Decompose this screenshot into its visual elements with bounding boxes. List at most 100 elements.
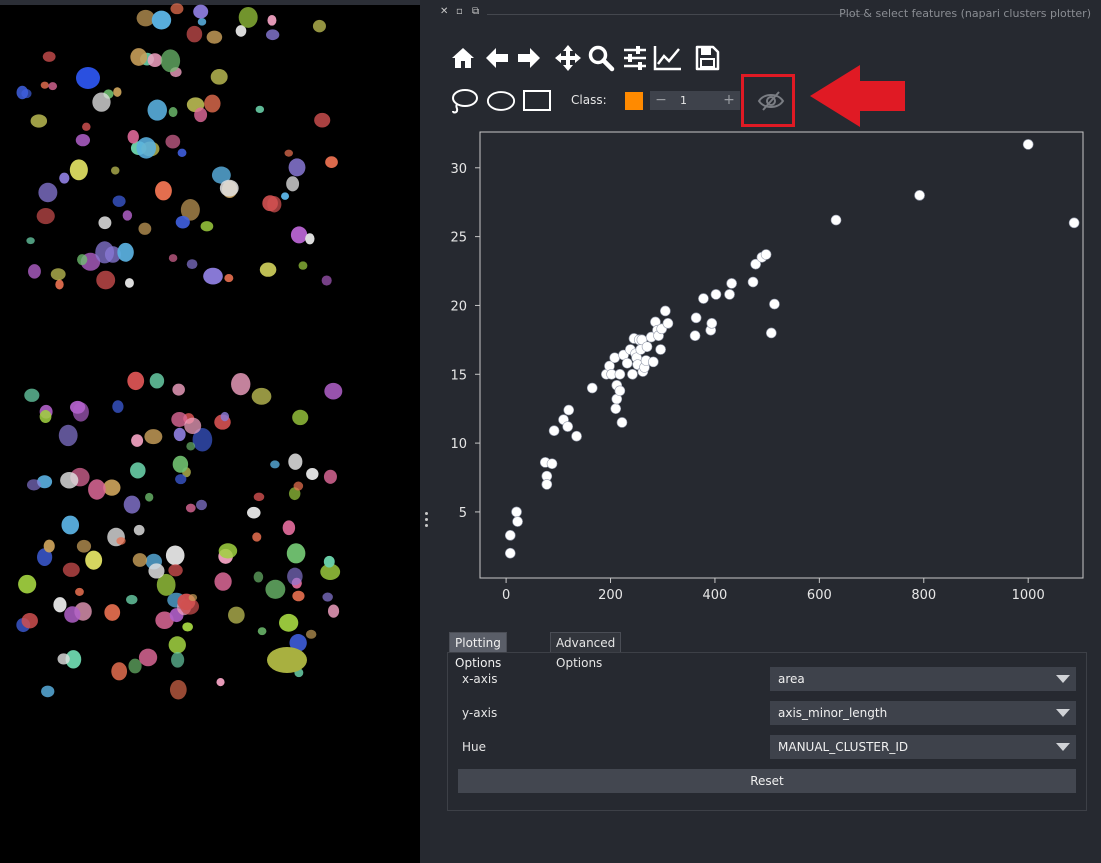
cell-blob [138,222,152,235]
x-axis-select[interactable]: area [770,667,1076,691]
cell-blob [182,622,193,632]
reset-button[interactable]: Reset [458,769,1076,793]
pan-move-icon[interactable] [553,43,583,73]
cell-blob [186,25,203,43]
data-point[interactable] [760,249,772,260]
cell-blob [149,373,165,389]
class-decrement-button[interactable]: − [654,91,668,110]
cell-blob [228,606,245,624]
data-point[interactable] [571,430,582,442]
cell-blob [124,278,134,288]
data-point[interactable] [541,479,553,490]
cell-blob [259,262,277,277]
data-point[interactable] [504,530,516,541]
data-point[interactable] [548,425,560,437]
data-point[interactable] [563,404,575,416]
cell-blob [59,172,70,184]
image-tile [16,3,338,290]
data-point[interactable] [914,190,925,201]
data-point[interactable] [689,330,701,342]
image-viewer-canvas[interactable] [0,0,420,863]
data-point[interactable] [747,276,759,288]
data-point[interactable] [766,327,777,339]
data-point[interactable] [504,547,516,559]
hue-label: Hue [462,740,487,754]
data-point[interactable] [562,421,574,432]
cell-blob [186,259,198,270]
cell-blob [267,647,307,673]
float-icon[interactable]: ▫ [456,6,463,17]
data-point[interactable] [726,278,737,289]
class-increment-button[interactable]: + [722,91,736,110]
class-value[interactable]: 1 [680,91,687,110]
data-point[interactable] [616,417,628,428]
data-point[interactable] [609,352,620,364]
cell-blob [130,462,146,479]
data-point[interactable] [627,368,638,380]
class-spinbox[interactable]: − 1 + [650,91,740,110]
data-point[interactable] [614,385,626,397]
line-chart-icon[interactable] [653,43,683,73]
close-icon[interactable]: ✕ [440,6,448,17]
cell-blob [255,105,265,114]
scatter-plot[interactable]: 0 200 400 600 800 1000 5 10 15 20 25 30 [420,125,1100,615]
cell-blob [305,233,315,245]
cell-blob [18,574,37,594]
data-point[interactable] [1022,139,1034,150]
rectangle-icon[interactable] [522,86,552,116]
tab-plotting-options[interactable]: Plotting Options [449,632,508,670]
x-tick-label: 600 [807,588,832,603]
y-tick-label: 20 [450,299,467,314]
data-point[interactable] [621,357,633,369]
data-point[interactable] [511,506,522,518]
forward-arrow-icon[interactable] [514,43,544,73]
cell-blob [127,130,139,144]
data-point[interactable] [546,458,558,470]
lasso-icon[interactable] [449,86,479,116]
data-point[interactable] [648,356,659,368]
data-point[interactable] [710,289,722,300]
cell-blob [130,48,148,66]
cell-blob [95,241,115,264]
x-tick-label: 1000 [1012,588,1045,603]
subplot-settings-icon[interactable] [620,43,650,73]
cell-blob [292,590,305,602]
data-point[interactable] [724,289,735,300]
zoom-magnifier-icon[interactable] [586,43,616,73]
cell-blob [28,264,41,279]
maximize-icon[interactable]: ⧉ [472,6,479,17]
cell-blob [257,627,267,636]
data-point[interactable] [706,318,718,329]
home-icon[interactable] [448,43,478,73]
data-point[interactable] [586,382,598,394]
data-point[interactable] [610,403,622,414]
data-point[interactable] [660,305,671,317]
data-point[interactable] [662,318,674,329]
cell-blob [265,29,280,41]
data-point[interactable] [614,368,626,380]
cell-blob [70,400,86,414]
save-disk-icon[interactable] [692,43,722,73]
ellipse-icon[interactable] [486,86,516,116]
hue-select[interactable]: MANUAL_CLUSTER_ID [770,735,1076,759]
cell-blob [171,652,185,668]
back-arrow-icon[interactable] [482,43,512,73]
y-axis-label: y-axis [462,706,498,720]
cell-blob [147,99,168,121]
cell-blob [117,242,134,262]
cell-blob [138,648,158,667]
data-point[interactable] [641,341,653,353]
tab-advanced-options[interactable]: Advanced Options [550,632,622,670]
data-point[interactable] [1068,217,1080,229]
data-point[interactable] [769,298,780,310]
data-point[interactable] [830,214,842,226]
cell-blob [321,275,332,286]
cell-blob [136,137,157,159]
data-point[interactable] [655,344,666,355]
data-point[interactable] [698,293,709,304]
cell-blob [50,268,66,281]
y-axis-select[interactable]: axis_minor_length [770,701,1076,725]
data-point[interactable] [512,516,523,527]
cell-blob [170,3,184,15]
data-point[interactable] [690,312,702,324]
